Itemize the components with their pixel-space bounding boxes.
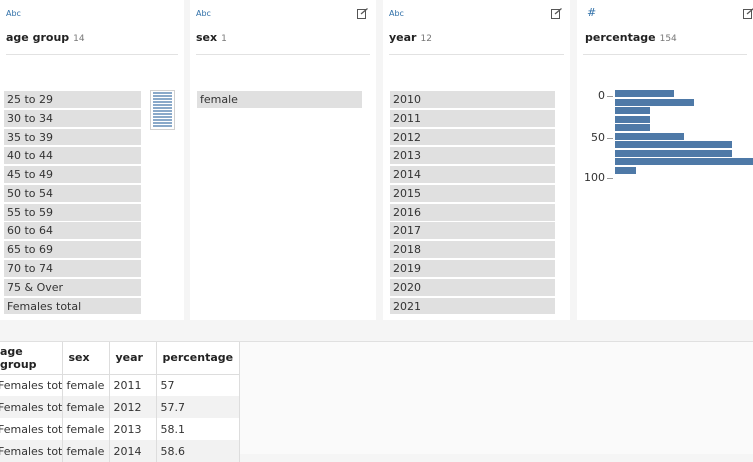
value-item[interactable]: 2018 bbox=[390, 241, 555, 259]
table-cell: 2014 bbox=[109, 440, 157, 462]
edit-icon[interactable] bbox=[551, 8, 562, 19]
table-cell: female bbox=[62, 396, 110, 418]
histogram-bar[interactable] bbox=[615, 124, 650, 131]
table-cell: Females total bbox=[0, 396, 63, 418]
histogram-bar[interactable] bbox=[615, 107, 650, 114]
table-cell: Females total bbox=[0, 374, 63, 396]
value-item[interactable]: 2015 bbox=[390, 184, 555, 202]
data-grid: age group sex year percentage Females to… bbox=[0, 342, 241, 462]
value-item[interactable]: 40 to 44 bbox=[4, 147, 141, 165]
table-cell: female bbox=[62, 440, 110, 462]
profile-card-sex[interactable]: Abc sex 1 female bbox=[190, 0, 376, 320]
value-item[interactable]: 2016 bbox=[390, 203, 555, 221]
string-type-icon: Abc bbox=[389, 9, 404, 18]
distinct-count: 154 bbox=[659, 34, 677, 44]
value-item[interactable]: 25 to 29 bbox=[4, 91, 141, 108]
axis-tick-label: 50 bbox=[591, 131, 605, 144]
value-item[interactable]: Females total bbox=[4, 297, 141, 315]
table-row[interactable]: Females total female 2011 57 bbox=[0, 374, 241, 396]
string-type-icon: Abc bbox=[6, 9, 21, 18]
profile-card-age-group[interactable]: Abc age group 14 25 to 29 30 to 34 35 to … bbox=[0, 0, 184, 320]
histogram-bar[interactable] bbox=[615, 158, 753, 165]
histogram-bar[interactable] bbox=[615, 98, 695, 106]
axis-tick-label: 0 bbox=[598, 89, 605, 102]
table-row[interactable]: Females total female 2013 58.1 bbox=[0, 418, 241, 440]
table-row[interactable]: Females total female 2012 57.7 bbox=[0, 396, 241, 418]
table-cell: Females total bbox=[0, 418, 63, 440]
histogram-bar[interactable] bbox=[615, 149, 733, 157]
column-header-year[interactable]: year bbox=[109, 342, 157, 375]
field-name: percentage bbox=[585, 31, 656, 44]
profile-pane: Abc age group 14 25 to 29 30 to 34 35 to … bbox=[0, 0, 753, 322]
divider bbox=[196, 54, 370, 55]
value-item[interactable]: 70 to 74 bbox=[4, 260, 141, 277]
axis-tick-mark bbox=[607, 138, 613, 139]
value-item[interactable]: 75 & Over bbox=[4, 278, 141, 296]
table-cell: 58.6 bbox=[156, 440, 241, 462]
axis-tick-mark bbox=[607, 178, 613, 179]
value-item[interactable]: 2011 bbox=[390, 109, 555, 127]
scroll-overview-thumbnail[interactable] bbox=[150, 90, 175, 130]
axis-tick-label: 100 bbox=[584, 171, 605, 184]
column-header-sex[interactable]: sex bbox=[62, 342, 110, 375]
field-name: age group bbox=[6, 31, 70, 44]
value-item[interactable]: 35 to 39 bbox=[4, 128, 141, 146]
value-item[interactable]: 2021 bbox=[390, 297, 555, 315]
edit-icon[interactable] bbox=[357, 8, 368, 19]
value-item[interactable]: 2019 bbox=[390, 260, 555, 277]
table-cell: 2013 bbox=[109, 418, 157, 440]
table-cell: Females total bbox=[0, 440, 63, 462]
value-item[interactable]: 2017 bbox=[390, 222, 555, 240]
value-item[interactable]: 2014 bbox=[390, 166, 555, 184]
distinct-count: 1 bbox=[221, 34, 227, 44]
edit-icon[interactable] bbox=[743, 8, 753, 19]
value-item[interactable]: 2013 bbox=[390, 147, 555, 165]
divider bbox=[389, 54, 564, 55]
value-item[interactable]: 50 to 54 bbox=[4, 184, 141, 202]
profile-card-percentage[interactable]: # percentage 154 0 50 100 bbox=[577, 0, 753, 320]
histogram-bar[interactable] bbox=[615, 141, 733, 148]
table-cell: 57 bbox=[156, 374, 241, 396]
table-cell: 57.7 bbox=[156, 396, 241, 418]
value-item[interactable]: 2010 bbox=[390, 91, 555, 108]
divider bbox=[6, 54, 178, 55]
value-item[interactable]: 2012 bbox=[390, 128, 555, 146]
column-header-percentage[interactable]: percentage bbox=[156, 342, 241, 375]
divider bbox=[583, 54, 747, 55]
table-cell: 2012 bbox=[109, 396, 157, 418]
field-name: year bbox=[389, 31, 417, 44]
distinct-count: 14 bbox=[73, 34, 85, 44]
value-list: 2010 2011 2012 2013 2014 2015 2016 2017 … bbox=[390, 91, 555, 316]
table-row[interactable]: Females total female 2014 58.6 bbox=[0, 440, 241, 462]
value-list: 25 to 29 30 to 34 35 to 39 40 to 44 45 t… bbox=[4, 91, 141, 316]
field-name: sex bbox=[196, 31, 218, 44]
column-header-age-group[interactable]: age group bbox=[0, 342, 63, 375]
value-item[interactable]: female bbox=[197, 91, 362, 108]
distinct-count: 12 bbox=[420, 34, 432, 44]
string-type-icon: Abc bbox=[196, 9, 211, 18]
histogram-bar[interactable] bbox=[615, 90, 674, 97]
number-type-icon: # bbox=[587, 6, 597, 19]
histogram-bar[interactable] bbox=[615, 115, 650, 123]
axis-tick-mark bbox=[607, 96, 613, 97]
table-cell: 2011 bbox=[109, 374, 157, 396]
table-cell: female bbox=[62, 418, 110, 440]
value-item[interactable]: 60 to 64 bbox=[4, 222, 141, 240]
value-item[interactable]: 30 to 34 bbox=[4, 109, 141, 127]
table-cell: female bbox=[62, 374, 110, 396]
profile-card-year[interactable]: Abc year 12 2010 2011 2012 2013 2014 2015… bbox=[383, 0, 570, 320]
value-list: female bbox=[197, 91, 362, 110]
histogram-bar[interactable] bbox=[615, 166, 636, 174]
data-grid-pane: age group sex year percentage Females to… bbox=[0, 341, 753, 462]
histogram-bar[interactable] bbox=[615, 132, 684, 140]
table-cell: 58.1 bbox=[156, 418, 241, 440]
value-item[interactable]: 45 to 49 bbox=[4, 166, 141, 184]
value-item[interactable]: 2020 bbox=[390, 278, 555, 296]
value-item[interactable]: 65 to 69 bbox=[4, 241, 141, 259]
value-item[interactable]: 55 to 59 bbox=[4, 203, 141, 221]
